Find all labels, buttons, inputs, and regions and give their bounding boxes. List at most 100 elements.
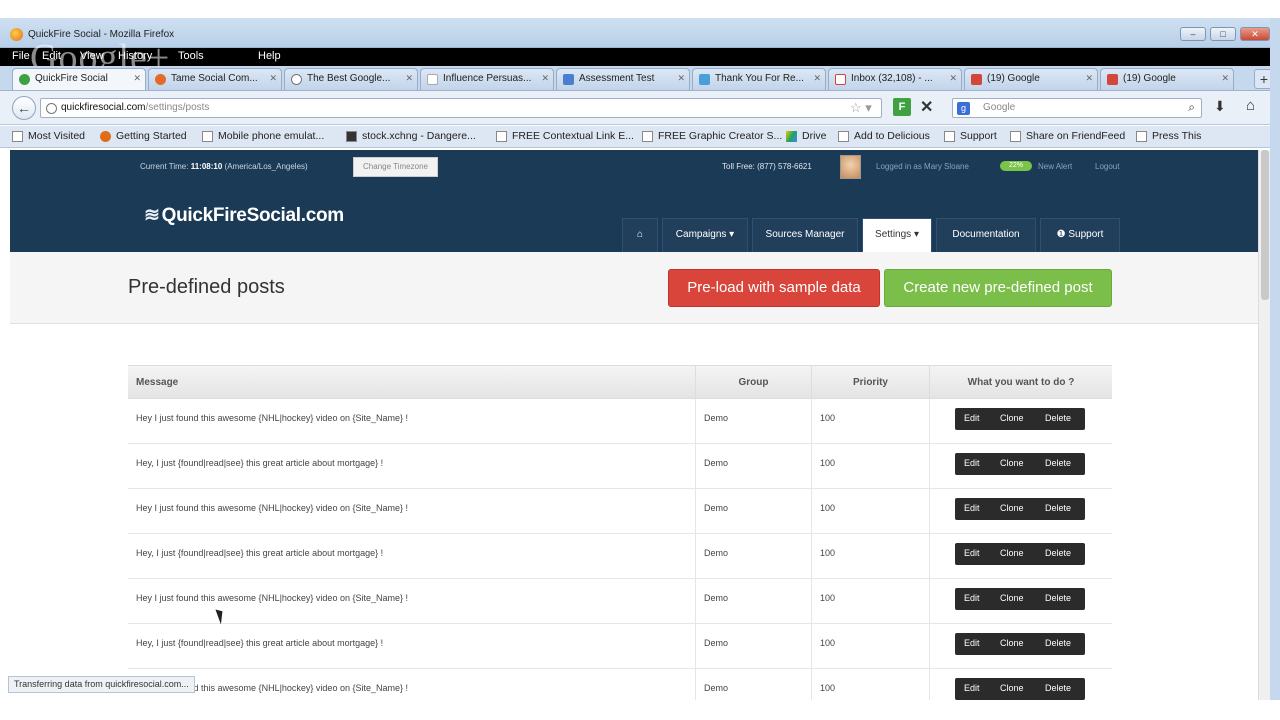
tab-influence[interactable]: Influence Persuas... ✕ (420, 68, 554, 90)
row-message: Hey, I just {found|read|see} this great … (128, 534, 696, 579)
delete-button[interactable]: Delete (1045, 638, 1071, 648)
toll-free-number: Toll Free: (877) 578-6621 (722, 162, 812, 171)
clone-button[interactable]: Clone (1000, 413, 1024, 423)
gmail-icon (835, 74, 846, 85)
delete-button[interactable]: Delete (1045, 548, 1071, 558)
column-message: Message (128, 366, 696, 400)
clone-button[interactable]: Clone (1000, 548, 1024, 558)
clone-button[interactable]: Clone (1000, 683, 1024, 693)
row-actions: Edit Clone Delete (930, 399, 1112, 444)
menu-file[interactable]: File (12, 50, 30, 62)
nav-sources-manager[interactable]: Sources Manager (752, 218, 858, 252)
nav-home[interactable]: ⌂ (622, 218, 658, 252)
bookmarks-bar: Most Visited Getting Started Mobile phon… (0, 126, 1280, 148)
close-icon[interactable]: ✕ (1085, 73, 1093, 84)
edit-button[interactable]: Edit (964, 458, 980, 468)
minimize-button[interactable]: – (1180, 27, 1206, 41)
close-icon[interactable]: ✕ (405, 73, 413, 84)
new-alert-link[interactable]: New Alert (1038, 162, 1072, 171)
preload-sample-data-button[interactable]: Pre-load with sample data (668, 269, 880, 307)
avatar[interactable] (840, 155, 861, 179)
logout-link[interactable]: Logout (1095, 162, 1119, 171)
tab-assessment[interactable]: Assessment Test ✕ (556, 68, 690, 90)
clone-button[interactable]: Clone (1000, 638, 1024, 648)
url-host: quickfiresocial.com (61, 102, 146, 113)
site-logo[interactable]: ≋ QuickFireSocial.com (144, 204, 344, 227)
tab-favicon (291, 74, 302, 85)
url-bar[interactable]: quickfiresocial.com/settings/posts (40, 98, 882, 118)
close-icon[interactable]: ✕ (813, 73, 821, 84)
globe-icon (46, 103, 57, 114)
edit-button[interactable]: Edit (964, 638, 980, 648)
delete-button[interactable]: Delete (1045, 593, 1071, 603)
column-actions: What you want to do ? (967, 377, 1075, 388)
logged-in-user[interactable]: Logged in as Mary Sloane (876, 162, 969, 171)
close-window-button[interactable]: ✕ (1240, 27, 1270, 41)
search-icon[interactable]: ⌕ (1188, 100, 1195, 115)
edit-button[interactable]: Edit (964, 503, 980, 513)
tab-thank-you[interactable]: Thank You For Re... ✕ (692, 68, 826, 90)
bookmark-press-this[interactable]: Press This (1136, 130, 1201, 142)
delete-button[interactable]: Delete (1045, 683, 1071, 693)
close-icon[interactable]: ✕ (949, 73, 957, 84)
nav-campaigns[interactable]: Campaigns ▾ (662, 218, 748, 252)
bookmark-delicious[interactable]: Add to Delicious (838, 130, 930, 142)
close-icon[interactable]: ✕ (1221, 73, 1229, 84)
nav-support[interactable]: ❶ Support (1040, 218, 1120, 252)
bookmark-star-icon[interactable]: ☆ ▾ (850, 100, 872, 116)
row-priority: 100 (812, 669, 930, 700)
bookmark-support[interactable]: Support (944, 130, 997, 142)
page-scrollbar[interactable] (1258, 150, 1270, 700)
delete-button[interactable]: Delete (1045, 458, 1071, 468)
edit-button[interactable]: Edit (964, 683, 980, 693)
bookmark-friendfeed[interactable]: Share on FriendFeed (1010, 130, 1125, 142)
bookmark-mobile-emulator[interactable]: Mobile phone emulat... (202, 130, 324, 142)
feedly-button[interactable]: F (893, 98, 911, 116)
clone-button[interactable]: Clone (1000, 458, 1024, 468)
tab-best-google[interactable]: The Best Google... ✕ (284, 68, 418, 90)
close-icon[interactable]: ✕ (269, 73, 277, 84)
edit-button[interactable]: Edit (964, 593, 980, 603)
page-icon (1136, 131, 1147, 142)
page-icon (202, 131, 213, 142)
progress-badge: 22% (1000, 161, 1032, 171)
tab-quickfire[interactable]: QuickFire Social ✕ (12, 68, 146, 90)
delete-button[interactable]: Delete (1045, 413, 1071, 423)
close-icon[interactable]: ✕ (133, 73, 141, 84)
bookmark-getting-started[interactable]: Getting Started (100, 130, 187, 142)
tab-google-2[interactable]: (19) Google ✕ (1100, 68, 1234, 90)
bookmark-most-visited[interactable]: Most Visited (12, 130, 85, 142)
nav-documentation[interactable]: Documentation (936, 218, 1036, 252)
stop-icon[interactable]: ✕ (920, 97, 933, 117)
search-input[interactable]: g Google ⌕ (952, 98, 1202, 118)
close-icon[interactable]: ✕ (677, 73, 685, 84)
maximize-button[interactable]: □ (1210, 27, 1236, 41)
tab-bar: QuickFire Social ✕ Tame Social Com... ✕ … (0, 66, 1280, 91)
edit-button[interactable]: Edit (964, 413, 980, 423)
nav-settings[interactable]: Settings ▾ (862, 218, 932, 252)
tab-google-1[interactable]: (19) Google ✕ (964, 68, 1098, 90)
bookmark-drive[interactable]: Drive (786, 130, 827, 142)
delete-button[interactable]: Delete (1045, 503, 1071, 513)
change-timezone-button[interactable]: Change Timezone (353, 157, 438, 177)
download-icon[interactable]: ⬇ (1214, 98, 1226, 115)
google-search-engine-icon[interactable]: g (957, 102, 970, 115)
edit-button[interactable]: Edit (964, 548, 980, 558)
page-icon (1010, 131, 1021, 142)
back-button[interactable]: ← (12, 96, 36, 120)
clone-button[interactable]: Clone (1000, 503, 1024, 513)
scrollbar-thumb[interactable] (1261, 150, 1269, 300)
close-icon[interactable]: ✕ (541, 73, 549, 84)
home-icon[interactable]: ⌂ (1246, 97, 1255, 114)
create-predefined-post-button[interactable]: Create new pre-defined post (884, 269, 1112, 307)
web-page: Current Time: 11:08:10 (America/Los_Ange… (10, 150, 1258, 700)
tab-tame-social[interactable]: Tame Social Com... ✕ (148, 68, 282, 90)
menu-tools[interactable]: Tools (178, 50, 204, 62)
tab-inbox[interactable]: Inbox (32,108) - ... ✕ (828, 68, 962, 90)
firefox-icon (10, 28, 23, 41)
bookmark-graphic-creator[interactable]: FREE Graphic Creator S... (642, 130, 782, 142)
menu-help[interactable]: Help (258, 50, 281, 62)
bookmark-stock-xchng[interactable]: stock.xchng - Dangere... (346, 130, 476, 142)
bookmark-contextual-link[interactable]: FREE Contextual Link E... (496, 130, 634, 142)
clone-button[interactable]: Clone (1000, 593, 1024, 603)
